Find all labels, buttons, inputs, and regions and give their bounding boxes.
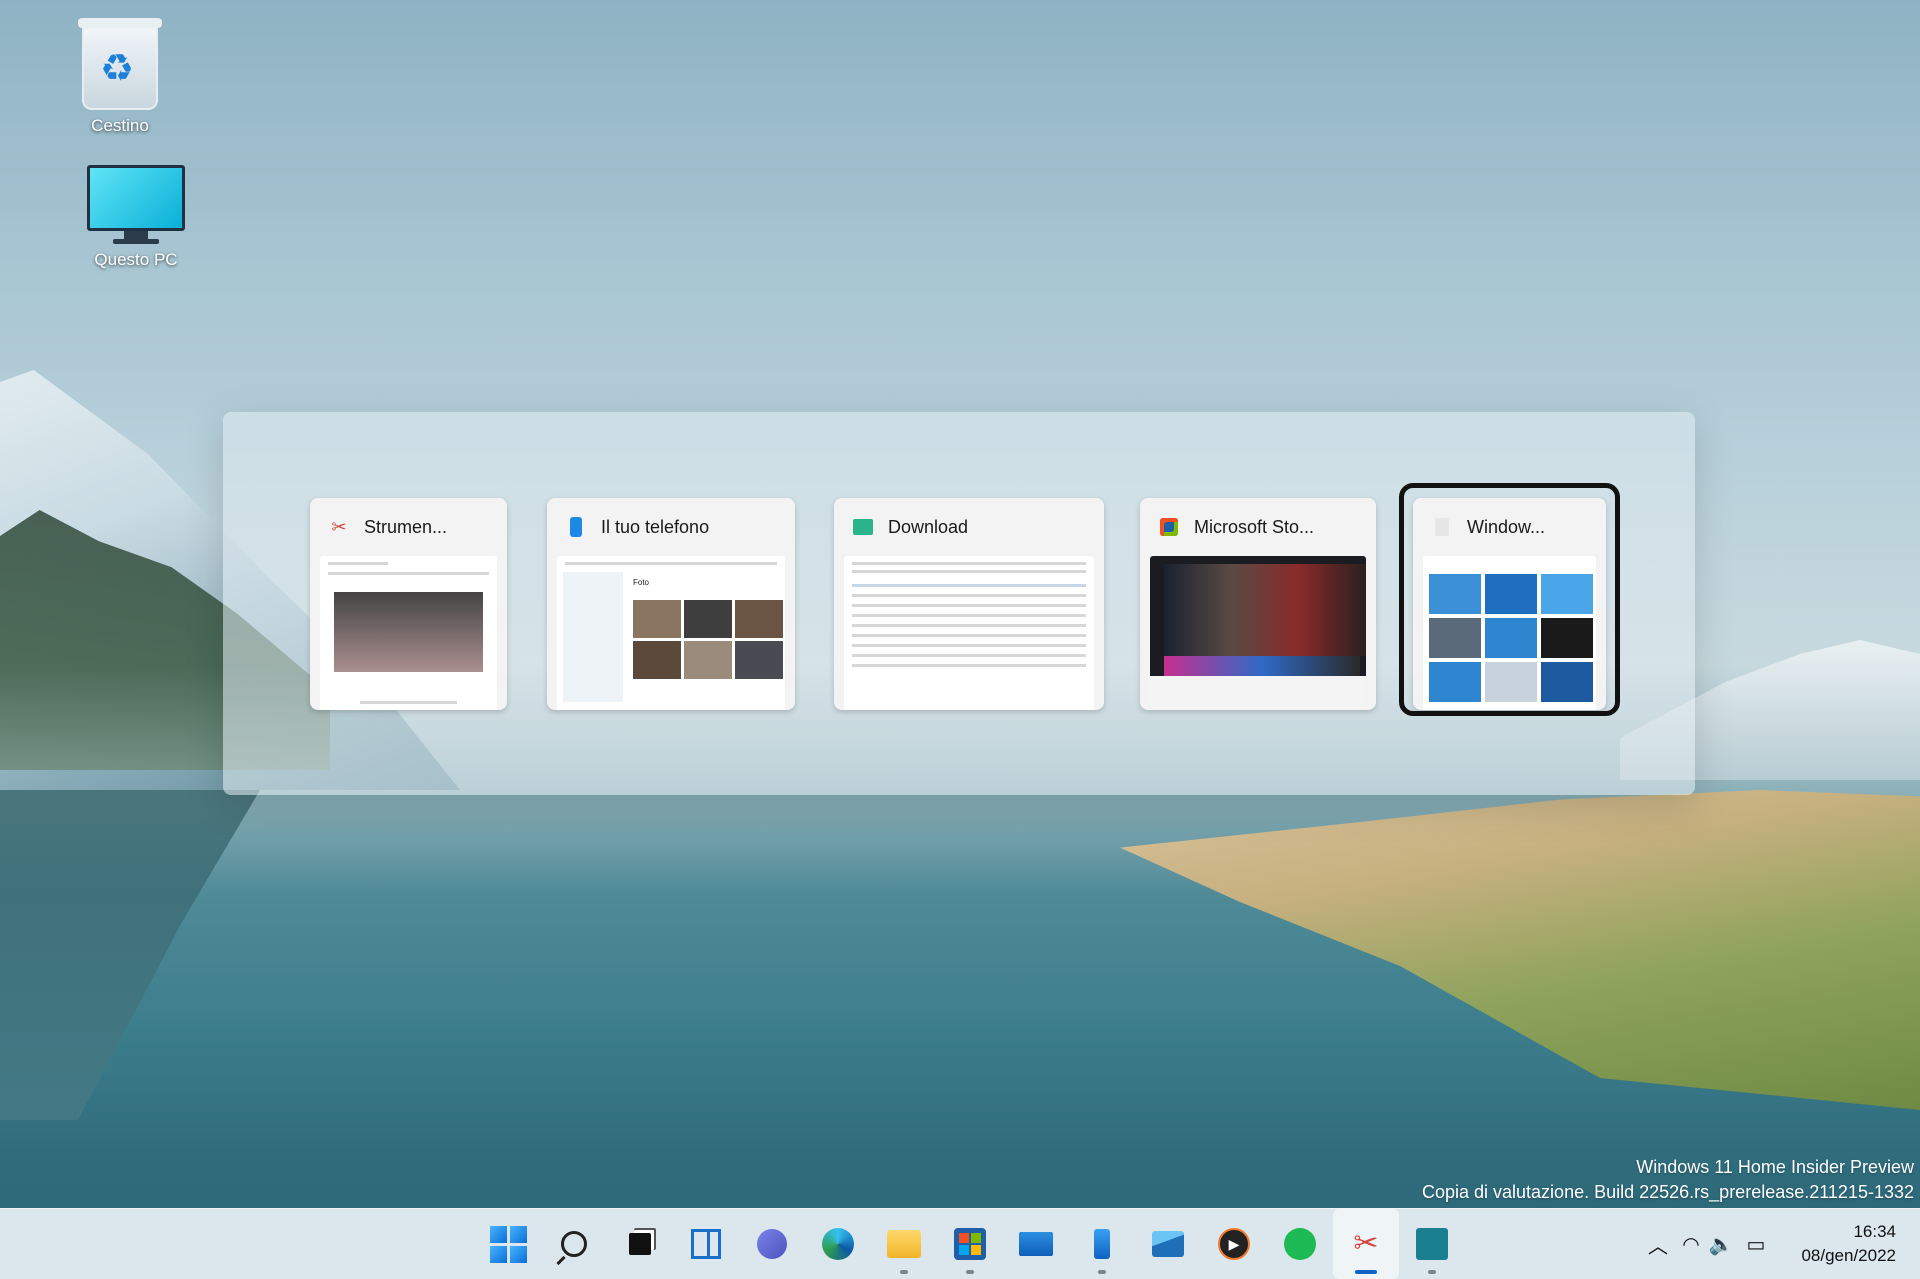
battery-icon[interactable]: ▭ (1736, 1232, 1776, 1257)
chevron-up-icon[interactable]: ︿ (1640, 1230, 1676, 1259)
switcher-window-snipping-tool[interactable]: ✂ Strumen... (310, 498, 507, 710)
window-thumbnail (844, 556, 1094, 710)
window-title: Il tuo telefono (601, 516, 710, 537)
microsoft-store-icon (950, 1224, 990, 1264)
teams-chat-icon (752, 1224, 792, 1264)
wallpaper-reflection (0, 790, 260, 1120)
snipping-tool-icon: ✂ (1353, 1227, 1379, 1260)
your-phone-icon (565, 516, 587, 538)
build-watermark: Windows 11 Home Insider Preview Copia di… (1422, 1155, 1914, 1205)
desktop-icon-label: Cestino (91, 116, 149, 135)
switcher-window-your-phone[interactable]: Il tuo telefono Foto (547, 498, 795, 710)
recycle-bin-icon: ♻ (78, 18, 162, 110)
your-phone-icon (1082, 1224, 1122, 1264)
window-thumbnail (1150, 556, 1366, 710)
file-explorer-icon (884, 1224, 924, 1264)
taskbar-your-phone-button[interactable] (1069, 1209, 1135, 1279)
volume-icon[interactable]: 🔈 (1706, 1232, 1736, 1257)
windows-start-icon (488, 1224, 528, 1264)
taskbar-store-button[interactable] (937, 1209, 1003, 1279)
watermark-build: Copia di valutazione. Build 22526.rs_pre… (1421, 1182, 1914, 1202)
running-indicator (966, 1270, 974, 1274)
wifi-icon[interactable]: ◠ (1676, 1232, 1706, 1257)
folder-download-icon (852, 516, 874, 538)
watermark-edition: Windows 11 Home Insider Preview (1636, 1157, 1914, 1177)
switcher-selection-ring (1399, 483, 1620, 716)
mail-icon (1016, 1224, 1056, 1264)
running-indicator (1428, 1270, 1436, 1274)
clock-date: 08/gen/2022 (1801, 1246, 1896, 1265)
clock-time: 16:34 (1853, 1222, 1896, 1241)
desktop-icon-this-pc[interactable]: Questo PC (76, 165, 196, 270)
microsoft-store-icon (1158, 516, 1180, 538)
active-indicator (1355, 1270, 1377, 1274)
taskbar-file-explorer-button[interactable] (871, 1209, 937, 1279)
taskbar-snipping-tool-button[interactable]: ✂ (1333, 1209, 1399, 1279)
photos-heading: Foto (633, 578, 650, 587)
taskbar-start-button[interactable] (475, 1209, 541, 1279)
window-thumbnail (320, 556, 497, 710)
running-indicator (1098, 1270, 1106, 1274)
windows-app-icon (1412, 1224, 1452, 1264)
taskbar-photos-button[interactable] (1135, 1209, 1201, 1279)
widgets-icon (686, 1224, 726, 1264)
task-view-icon (620, 1224, 660, 1264)
switcher-window-download[interactable]: Download (834, 498, 1104, 710)
window-title: Download (888, 516, 969, 537)
switcher-window-microsoft-store[interactable]: Microsoft Sto... (1140, 498, 1376, 710)
taskbar-spotify-button[interactable] (1267, 1209, 1333, 1279)
taskbar-search-button[interactable] (541, 1209, 607, 1279)
spotify-icon (1280, 1224, 1320, 1264)
window-title: Microsoft Sto... (1194, 516, 1315, 537)
system-tray: ︿ ◠ 🔈 ▭ 16:34 08/gen/2022 (1640, 1209, 1920, 1279)
desktop-icon-recycle-bin[interactable]: ♻ Cestino (60, 18, 180, 136)
taskbar-chat-button[interactable] (739, 1209, 805, 1279)
media-player-icon: ▶ (1214, 1224, 1254, 1264)
window-thumbnail: Foto (557, 556, 785, 710)
wallpaper-grassland (1120, 790, 1920, 1110)
taskbar-widgets-button[interactable] (673, 1209, 739, 1279)
taskbar-mail-button[interactable] (1003, 1209, 1069, 1279)
photos-icon (1148, 1224, 1188, 1264)
snipping-tool-icon: ✂ (331, 516, 347, 537)
running-indicator (900, 1270, 908, 1274)
edge-icon (818, 1224, 858, 1264)
taskbar-edge-button[interactable] (805, 1209, 871, 1279)
taskbar-media-player-button[interactable]: ▶ (1201, 1209, 1267, 1279)
window-title: Strumen... (364, 516, 448, 537)
taskbar-task-view-button[interactable] (607, 1209, 673, 1279)
taskbar-windows-app-button[interactable] (1399, 1209, 1465, 1279)
this-pc-icon (76, 165, 196, 244)
taskbar: ▶ ✂ ︿ ◠ 🔈 ▭ 16:34 08/gen/2022 (0, 1208, 1920, 1279)
taskbar-apps: ▶ ✂ (475, 1209, 1465, 1279)
task-switcher: ✂ Strumen... Il tuo telefono Foto Downlo… (223, 412, 1695, 795)
search-icon (554, 1224, 594, 1266)
desktop-icon-label: Questo PC (94, 250, 178, 269)
taskbar-clock[interactable]: 16:34 08/gen/2022 (1776, 1220, 1920, 1268)
